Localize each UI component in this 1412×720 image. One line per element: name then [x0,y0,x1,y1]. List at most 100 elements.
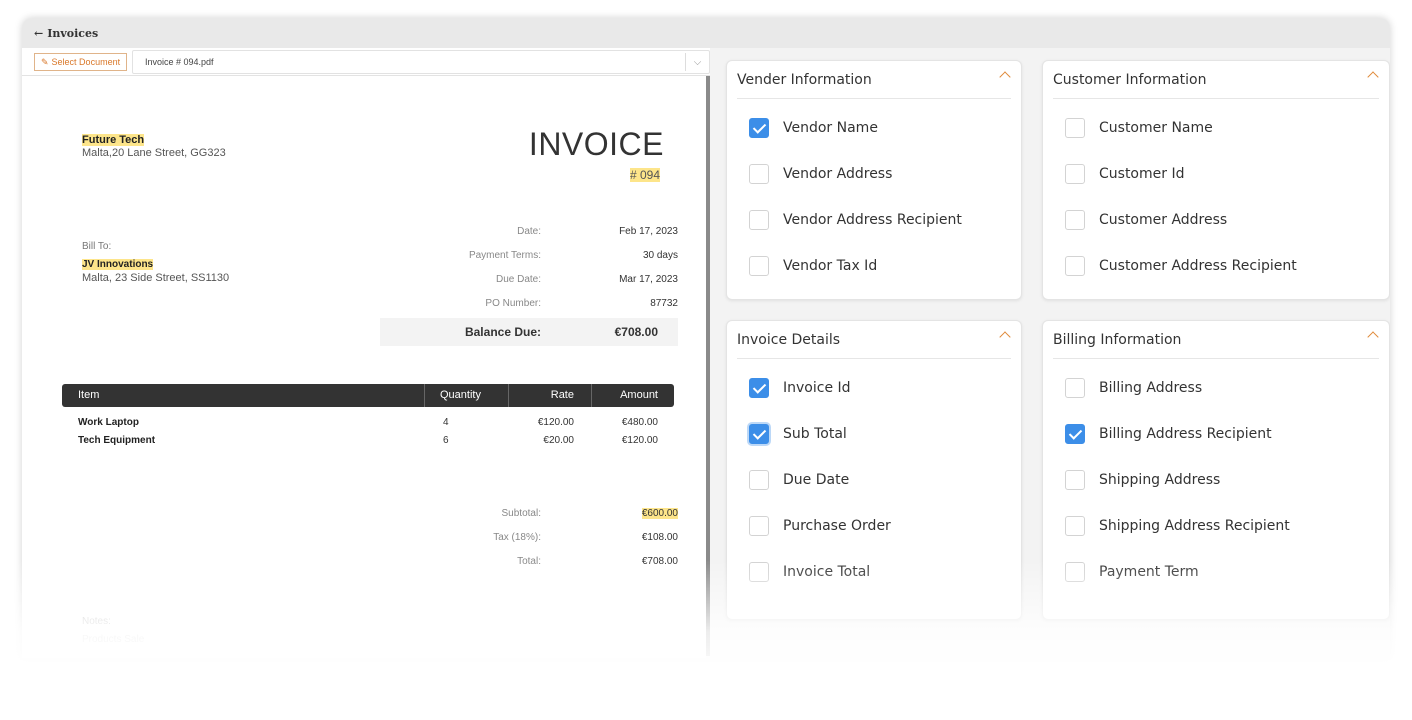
balance-due-label: Balance Due: [464,325,541,339]
checkbox[interactable] [749,210,769,230]
option-vendor-address[interactable]: Vendor Address [749,163,892,185]
select-document-button[interactable]: ✎ Select Document [34,53,128,71]
option-customer-address-recipient[interactable]: Customer Address Recipient [1065,255,1297,277]
option-label: Customer Id [1099,166,1185,182]
checkbox[interactable] [1065,118,1085,138]
option-billing-address-recipient[interactable]: Billing Address Recipient [1065,423,1272,445]
buyer-address: Malta, 23 Side Street, SS1130 [82,272,230,284]
option-label: Billing Address [1099,380,1203,396]
item-quantity: 4 [443,417,449,428]
option-label: Purchase Order [783,518,891,534]
option-shipping-address[interactable]: Shipping Address [1065,469,1220,491]
invoice-details-header[interactable]: Invoice Details [737,321,1011,359]
items-table-header: Item Quantity Rate Amount [62,384,674,407]
document-viewer: ✎ Select Document Invoice # 094.pdf ⌵ Fu… [22,48,710,658]
option-invoice-id[interactable]: Invoice Id [749,377,851,399]
table-row: Work Laptop 4 €120.00 €480.00 [78,417,658,431]
column-header-rate: Rate [550,389,574,401]
app-window: ← Invoices ✎ Select Document Invoice # 0… [22,18,1390,658]
option-label: Invoice Total [783,564,871,580]
checkbox[interactable] [749,378,769,398]
option-label: Vendor Address Recipient [783,212,962,228]
table-row: Tech Equipment 6 €20.00 €120.00 [78,435,658,449]
field-selection-panel: Vender Information Vendor Name Vendor Ad… [712,48,1390,658]
option-payment-term[interactable]: Payment Term [1065,561,1199,583]
option-label: Due Date [783,472,850,488]
tax-value: €108.00 [641,532,678,543]
invoice-details-card: Invoice Details Invoice Id Sub Total Due… [726,320,1022,620]
billing-information-header[interactable]: Billing Information [1053,321,1379,359]
option-customer-name[interactable]: Customer Name [1065,117,1213,139]
column-divider [424,384,425,407]
item-amount: €480.00 [621,417,658,428]
checkbox[interactable] [749,516,769,536]
option-customer-id[interactable]: Customer Id [1065,163,1184,185]
meta-label: Date: [517,226,541,237]
checkbox[interactable] [1065,424,1085,444]
checkbox[interactable] [1065,378,1085,398]
option-purchase-order[interactable]: Purchase Order [749,515,891,537]
vendor-information-header[interactable]: Vender Information [737,61,1011,99]
item-quantity: 6 [443,435,449,446]
option-shipping-address-recipient[interactable]: Shipping Address Recipient [1065,515,1290,537]
customer-information-header[interactable]: Customer Information [1053,61,1379,99]
checkbox[interactable] [1065,210,1085,230]
option-due-date[interactable]: Due Date [749,469,849,491]
chevron-up-icon[interactable] [1367,331,1379,343]
checkbox[interactable] [1065,470,1085,490]
meta-value: Feb 17, 2023 [619,226,678,237]
invoice-document: Future Tech Malta,20 Lane Street, GG323 … [22,78,706,658]
meta-row-po-number: PO Number: 87732 [382,298,678,314]
option-customer-address[interactable]: Customer Address [1065,209,1227,231]
option-label: Customer Address Recipient [1099,258,1297,274]
checkbox[interactable] [749,562,769,582]
option-label: Vendor Tax Id [783,258,878,274]
file-select[interactable]: Invoice # 094.pdf ⌵ [132,50,710,74]
column-header-item: Item [78,389,100,401]
chevron-up-icon[interactable] [1367,71,1379,83]
balance-due-row: Balance Due: €708.00 [380,318,678,346]
select-document-label: Select Document [51,57,121,67]
column-divider [591,384,592,407]
checkbox[interactable] [1065,256,1085,276]
card-title: Customer Information [1053,71,1207,88]
chevron-up-icon[interactable] [999,71,1011,83]
checkbox[interactable] [1065,562,1085,582]
option-label: Shipping Address [1099,472,1221,488]
meta-row-due-date: Due Date: Mar 17, 2023 [382,274,678,290]
option-invoice-total[interactable]: Invoice Total [749,561,870,583]
chevron-up-icon[interactable] [999,331,1011,343]
edit-icon: ✎ [41,56,49,67]
option-label: Vendor Name [783,120,878,136]
invoice-title: INVOICE [528,126,664,162]
tax-label: Tax (18%): [493,532,541,543]
option-vendor-name[interactable]: Vendor Name [749,117,878,139]
checkbox[interactable] [1065,164,1085,184]
seller-address: Malta,20 Lane Street, GG323 [82,147,226,159]
total-row: Total: €708.00 [382,556,678,572]
checkbox[interactable] [749,164,769,184]
option-billing-address[interactable]: Billing Address [1065,377,1202,399]
checkbox[interactable] [749,470,769,490]
checkbox[interactable] [1065,516,1085,536]
option-sub-total[interactable]: Sub Total [749,423,847,445]
option-label: Customer Name [1099,120,1213,136]
seller-name: Future Tech [82,134,145,146]
option-vendor-tax-id[interactable]: Vendor Tax Id [749,255,877,277]
pane-divider[interactable] [706,76,710,656]
chevron-down-icon[interactable]: ⌵ [685,53,709,71]
option-label: Shipping Address Recipient [1099,518,1290,534]
window-title: Invoices [47,26,99,40]
column-header-quantity: Quantity [440,389,481,401]
option-vendor-address-recipient[interactable]: Vendor Address Recipient [749,209,962,231]
option-label: Customer Address [1099,212,1228,228]
back-arrow-icon[interactable]: ← [34,27,43,40]
subtotal-label: Subtotal: [501,508,541,519]
item-rate: €120.00 [537,417,574,428]
notes-text: Products Sale [82,634,145,645]
card-title: Invoice Details [737,331,841,348]
checkbox[interactable] [749,256,769,276]
checkbox[interactable] [749,118,769,138]
checkbox[interactable] [749,424,769,444]
invoice-number: # 094 [629,168,660,182]
